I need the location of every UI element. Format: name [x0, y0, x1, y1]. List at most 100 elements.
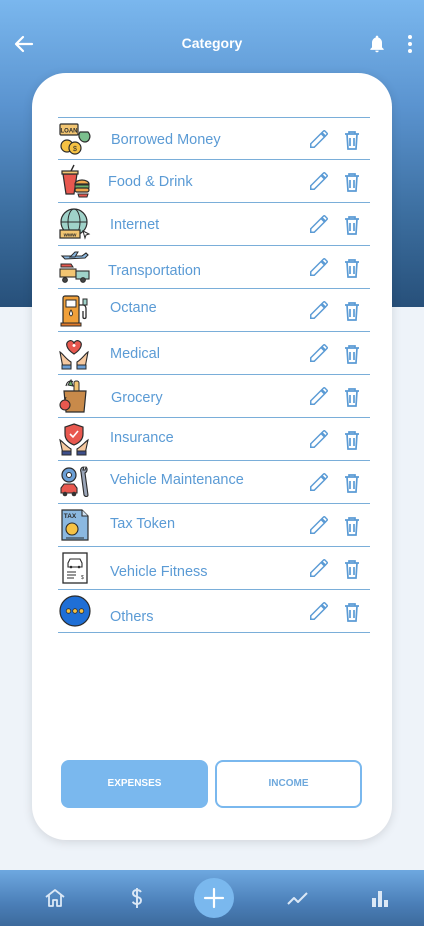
edit-button[interactable]	[308, 385, 330, 407]
edit-button[interactable]	[308, 557, 330, 579]
svg-text:www: www	[63, 233, 78, 239]
category-label: Internet	[110, 217, 160, 233]
notification-button[interactable]	[367, 34, 387, 54]
vehicle-maintenance-icon	[60, 465, 89, 498]
svg-text:$: $	[73, 146, 77, 153]
delete-button[interactable]	[342, 343, 362, 365]
trash-icon	[345, 388, 359, 407]
pencil-icon	[310, 516, 328, 534]
edit-button[interactable]	[308, 213, 330, 235]
edit-button[interactable]	[308, 514, 330, 536]
edit-button[interactable]	[308, 299, 330, 321]
category-label: Medical	[110, 346, 160, 362]
trash-icon	[345, 259, 359, 278]
vehicle-certificate-icon: $	[62, 552, 88, 584]
category-row-insurance[interactable]: Insurance	[58, 418, 370, 461]
tab-income[interactable]: INCOME	[215, 760, 362, 808]
trash-icon	[345, 302, 359, 321]
globe-www-icon: www	[59, 208, 91, 240]
bar-chart-icon	[372, 891, 388, 907]
edit-button[interactable]	[308, 471, 330, 493]
delete-button[interactable]	[342, 601, 362, 623]
category-row-tax-token[interactable]: TAX Tax Token	[58, 504, 370, 547]
pencil-icon	[310, 430, 328, 448]
trash-icon	[345, 131, 359, 150]
category-row-internet[interactable]: www Internet	[58, 203, 370, 246]
edit-button[interactable]	[308, 256, 330, 278]
nav-transactions[interactable]	[125, 886, 149, 910]
category-row-food-drink[interactable]: Food & Drink	[58, 160, 370, 203]
edit-button[interactable]	[308, 600, 330, 622]
transportation-icon	[59, 251, 90, 283]
category-label: Others	[110, 609, 154, 625]
add-button[interactable]	[194, 878, 234, 918]
delete-button[interactable]	[342, 515, 362, 537]
delete-button[interactable]	[342, 257, 362, 279]
page-title: Category	[181, 35, 243, 51]
trash-icon	[345, 603, 359, 622]
category-label: Borrowed Money	[111, 132, 221, 148]
more-options-button[interactable]	[402, 34, 418, 54]
delete-button[interactable]	[342, 386, 362, 408]
edit-button[interactable]	[308, 170, 330, 192]
loan-icon: LOAN $	[59, 123, 91, 155]
pencil-icon	[310, 258, 328, 276]
category-row-octane[interactable]: Octane	[58, 289, 370, 332]
svg-text:LOAN: LOAN	[61, 129, 78, 135]
category-row-vehicle-fitness[interactable]: $ Vehicle Fitness	[58, 547, 370, 590]
more-dots-icon	[59, 595, 91, 627]
trash-icon	[345, 560, 359, 579]
delete-button[interactable]	[342, 300, 362, 322]
category-label: Octane	[110, 300, 157, 316]
edit-button[interactable]	[308, 428, 330, 450]
svg-text:$: $	[81, 575, 84, 581]
category-label: Tax Token	[110, 516, 176, 532]
pencil-icon	[310, 559, 328, 577]
medical-heart-icon	[59, 340, 89, 370]
category-label: Vehicle Fitness	[110, 564, 208, 580]
pencil-icon	[310, 301, 328, 319]
category-row-others[interactable]: Others	[58, 590, 370, 633]
trend-icon	[287, 892, 308, 905]
category-row-transportation[interactable]: Transportation	[58, 246, 370, 289]
grocery-bag-icon	[59, 379, 87, 413]
category-label: Food & Drink	[108, 174, 193, 190]
svg-text:TAX: TAX	[64, 513, 77, 520]
pencil-icon	[310, 172, 328, 190]
pencil-icon	[310, 602, 328, 620]
pencil-icon	[310, 130, 328, 148]
category-label: Grocery	[111, 390, 163, 406]
bottom-navigation	[0, 870, 424, 926]
nav-home[interactable]	[43, 886, 67, 910]
trash-icon	[345, 173, 359, 192]
bell-icon	[370, 35, 384, 53]
dollar-icon	[131, 888, 142, 908]
home-icon	[45, 889, 65, 907]
tab-expenses[interactable]: EXPENSES	[61, 760, 208, 808]
delete-button[interactable]	[342, 129, 362, 151]
nav-reports[interactable]	[368, 886, 392, 910]
category-row-borrowed-money[interactable]: LOAN $ Borrowed Money	[58, 117, 370, 160]
category-label: Insurance	[110, 430, 174, 446]
pencil-icon	[310, 215, 328, 233]
delete-button[interactable]	[342, 429, 362, 451]
category-list: LOAN $ Borrowed Money Food & Drink www I…	[58, 117, 370, 633]
category-row-vehicle-maintenance[interactable]: Vehicle Maintenance	[58, 461, 370, 504]
tax-document-icon: TAX	[61, 509, 89, 541]
shield-hands-icon	[59, 423, 89, 456]
category-row-grocery[interactable]: Grocery	[58, 375, 370, 418]
pencil-icon	[310, 387, 328, 405]
delete-button[interactable]	[342, 171, 362, 193]
trash-icon	[345, 474, 359, 493]
nav-trends[interactable]	[286, 886, 310, 910]
edit-button[interactable]	[308, 128, 330, 150]
pencil-icon	[310, 344, 328, 362]
trash-icon	[345, 345, 359, 364]
pencil-icon	[310, 473, 328, 491]
category-row-medical[interactable]: Medical	[58, 332, 370, 375]
edit-button[interactable]	[308, 342, 330, 364]
delete-button[interactable]	[342, 472, 362, 494]
trash-icon	[345, 216, 359, 235]
delete-button[interactable]	[342, 214, 362, 236]
delete-button[interactable]	[342, 558, 362, 580]
